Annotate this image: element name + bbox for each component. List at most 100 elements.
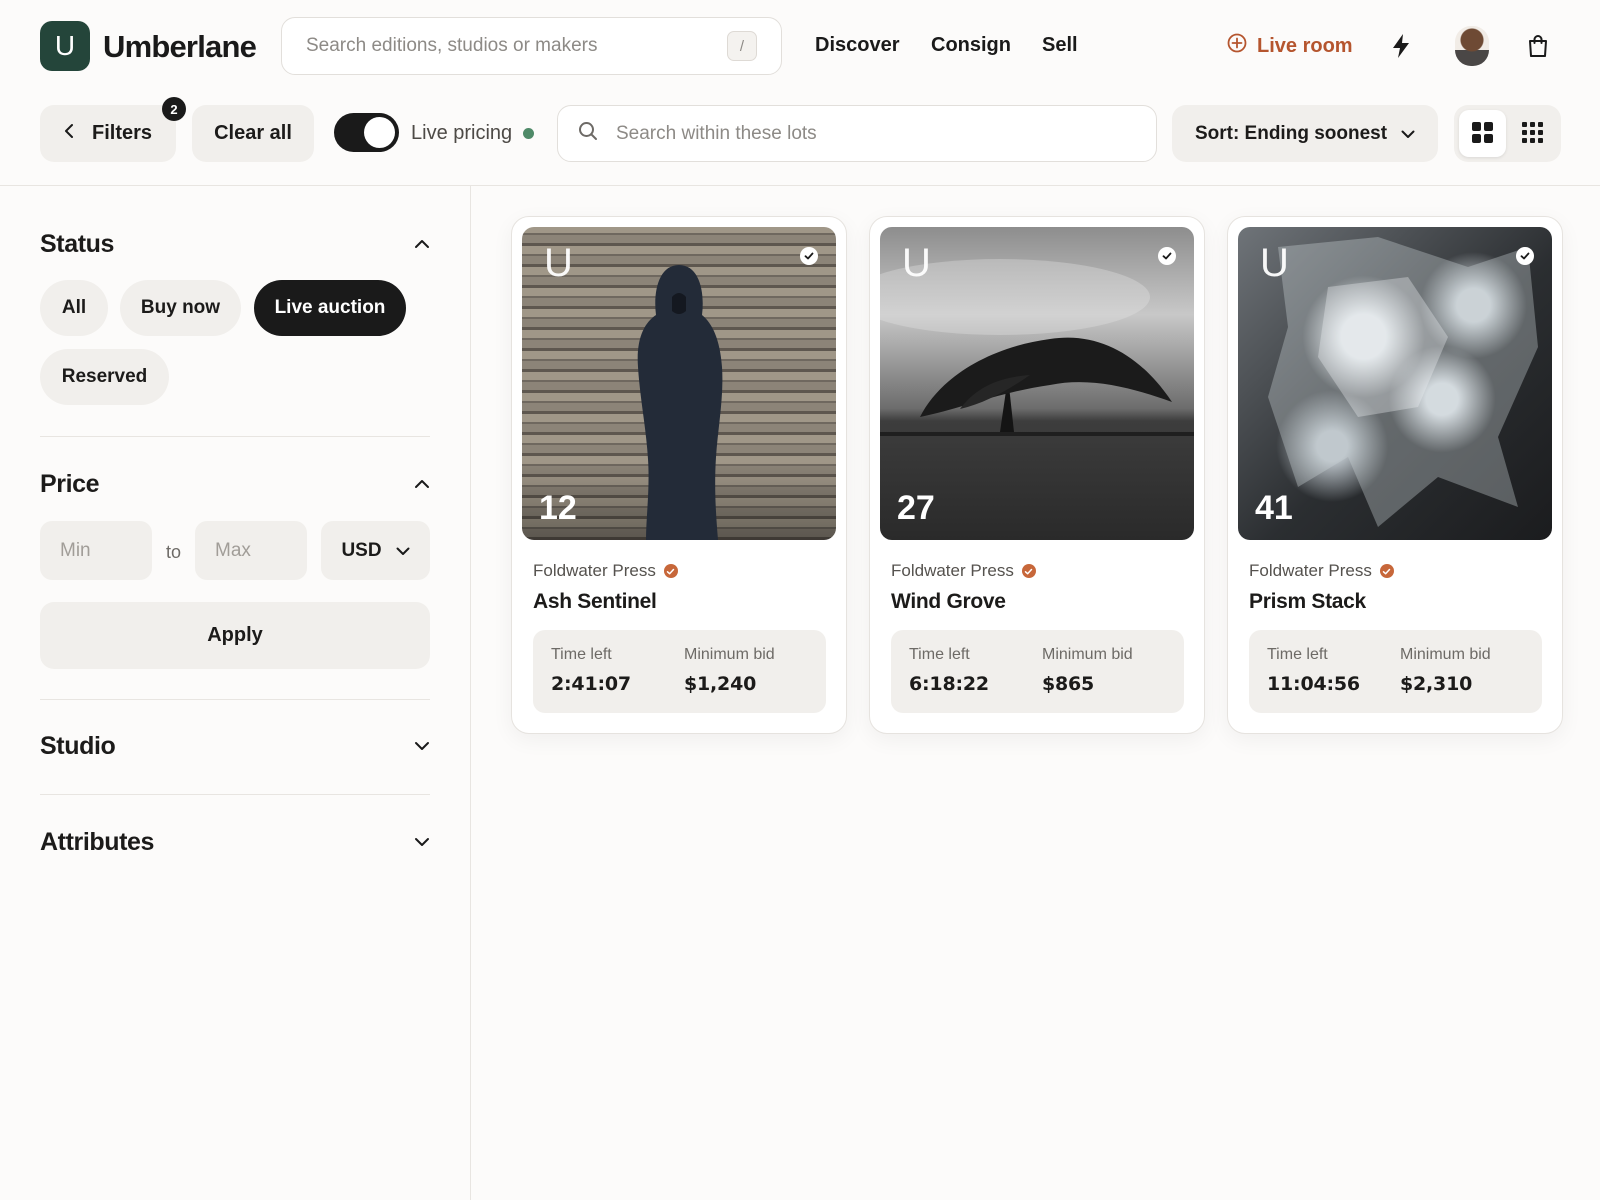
status-chip-buy-now[interactable]: Buy now xyxy=(120,280,241,336)
live-room-label: Live room xyxy=(1257,34,1353,57)
min-bid-label: Minimum bid xyxy=(684,646,775,663)
grid-small-icon xyxy=(1522,121,1544,146)
global-search[interactable]: / xyxy=(281,17,782,75)
bolt-icon xyxy=(1391,33,1411,62)
grid-large-icon xyxy=(1471,121,1493,146)
chevron-down-icon xyxy=(396,540,410,562)
chevron-up-icon xyxy=(414,476,430,494)
filters-button[interactable]: Filters xyxy=(40,105,176,162)
section-divider xyxy=(40,699,430,700)
time-left-label: Time left xyxy=(551,646,612,663)
edition-number: 27 xyxy=(897,489,935,527)
nav-sell[interactable]: Sell xyxy=(1042,34,1078,57)
time-left-label: Time left xyxy=(1267,646,1328,663)
filter-toolbar: Filters 2 Clear all Live pricing Sort: E… xyxy=(0,94,1600,186)
status-chip-all[interactable]: All xyxy=(40,280,108,336)
filters-count-badge: 2 xyxy=(162,97,186,121)
lot-stats: Time left Minimum bid 6:18:22 $865 xyxy=(891,630,1184,713)
activity-button[interactable] xyxy=(1388,30,1414,64)
chevron-left-icon xyxy=(64,122,74,145)
studio-title: Studio xyxy=(40,732,116,760)
studio-name[interactable]: Foldwater Press xyxy=(533,561,656,581)
verified-badge-icon xyxy=(663,564,678,578)
status-section-header[interactable]: Status xyxy=(40,230,430,259)
lot-image[interactable]: U 41 xyxy=(1238,227,1552,540)
chevron-down-icon xyxy=(414,834,430,852)
min-bid-value: $865 xyxy=(1042,673,1095,695)
sort-label: Sort: Ending soonest xyxy=(1194,122,1388,144)
section-divider xyxy=(40,436,430,437)
time-left-value: 11:04:56 xyxy=(1267,673,1360,695)
clear-all-button[interactable]: Clear all xyxy=(192,105,314,162)
global-search-input[interactable] xyxy=(306,35,727,57)
max-price-field[interactable] xyxy=(195,521,307,580)
studio-row: Foldwater Press xyxy=(533,561,678,581)
verified-badge-icon xyxy=(1379,564,1394,578)
plus-circle-icon xyxy=(1227,33,1247,59)
lot-image[interactable]: U 27 xyxy=(880,227,1194,540)
avatar[interactable] xyxy=(1455,26,1489,66)
lot-search-input[interactable] xyxy=(616,122,1136,145)
studio-row: Foldwater Press xyxy=(1249,561,1394,581)
toggle-knob xyxy=(364,117,395,148)
lot-card[interactable]: U 12 Foldwater Press Ash Sentinel Time l… xyxy=(511,216,847,734)
verified-check-icon xyxy=(1516,247,1534,265)
chevron-up-icon xyxy=(414,236,430,254)
lot-card[interactable]: U 41 Foldwater Press Prism Stack Time le… xyxy=(1227,216,1563,734)
studio-name[interactable]: Foldwater Press xyxy=(1249,561,1372,581)
live-pricing-label: Live pricing xyxy=(411,122,513,144)
edition-mark: U xyxy=(544,241,573,285)
min-price-input[interactable] xyxy=(60,539,132,562)
status-title: Status xyxy=(40,230,115,258)
min-bid-value: $1,240 xyxy=(684,673,757,695)
min-bid-label: Minimum bid xyxy=(1042,646,1133,663)
price-range-separator: to xyxy=(166,542,182,562)
cart-button[interactable] xyxy=(1524,32,1552,62)
min-price-field[interactable] xyxy=(40,521,152,580)
currency-value: USD xyxy=(341,539,382,561)
lot-search[interactable] xyxy=(557,105,1157,162)
top-nav: U Umberlane / Discover Consign Sell Live… xyxy=(0,0,1600,94)
lot-card[interactable]: U 27 Foldwater Press Wind Grove Time lef… xyxy=(869,216,1205,734)
currency-select[interactable]: USD xyxy=(321,521,430,580)
lot-title[interactable]: Prism Stack xyxy=(1249,590,1366,614)
max-price-input[interactable] xyxy=(215,539,287,562)
large-grid-view-button[interactable] xyxy=(1459,110,1506,157)
lot-title[interactable]: Ash Sentinel xyxy=(533,590,657,614)
lot-title[interactable]: Wind Grove xyxy=(891,590,1006,614)
edition-number: 41 xyxy=(1255,489,1293,527)
sort-dropdown[interactable]: Sort: Ending soonest xyxy=(1172,105,1438,162)
edition-mark: U xyxy=(902,241,931,285)
price-title: Price xyxy=(40,470,100,498)
studio-name[interactable]: Foldwater Press xyxy=(891,561,1014,581)
live-pricing-toggle[interactable] xyxy=(334,113,399,152)
nav-discover[interactable]: Discover xyxy=(815,34,900,57)
lot-stats: Time left Minimum bid 2:41:07 $1,240 xyxy=(533,630,826,713)
attributes-section-header[interactable]: Attributes xyxy=(40,828,430,857)
min-bid-label: Minimum bid xyxy=(1400,646,1491,663)
live-room-link[interactable]: Live room xyxy=(1227,33,1353,59)
time-left-value: 6:18:22 xyxy=(909,673,989,695)
brand-name[interactable]: Umberlane xyxy=(103,29,257,65)
apply-price-button[interactable]: Apply xyxy=(40,602,430,669)
brand-logo[interactable]: U xyxy=(40,21,90,71)
verified-check-icon xyxy=(800,247,818,265)
status-chip-live-auction[interactable]: Live auction xyxy=(254,280,406,336)
nav-consign[interactable]: Consign xyxy=(931,34,1011,57)
filters-label: Filters xyxy=(91,122,153,144)
live-status-dot xyxy=(523,128,534,139)
price-section-header[interactable]: Price xyxy=(40,470,430,499)
search-shortcut-key: / xyxy=(727,31,757,61)
search-icon xyxy=(578,121,598,146)
verified-badge-icon xyxy=(1021,564,1036,578)
studio-section-header[interactable]: Studio xyxy=(40,732,430,761)
edition-mark: U xyxy=(1260,241,1289,285)
time-left-label: Time left xyxy=(909,646,970,663)
shopping-bag-icon xyxy=(1527,34,1549,61)
lot-image[interactable]: U 12 xyxy=(522,227,836,540)
chevron-down-icon xyxy=(1401,123,1415,145)
small-grid-view-button[interactable] xyxy=(1510,110,1557,157)
view-mode-toggle xyxy=(1454,105,1561,162)
time-left-value: 2:41:07 xyxy=(551,673,631,695)
status-chip-reserved[interactable]: Reserved xyxy=(40,349,169,405)
